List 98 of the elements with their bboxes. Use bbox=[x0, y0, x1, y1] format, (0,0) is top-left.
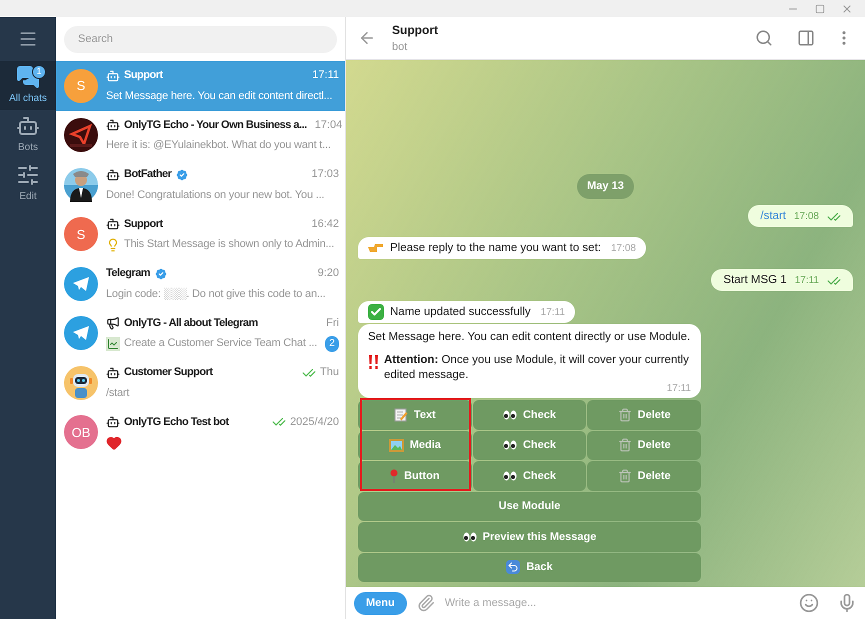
message-text: Please reply to the name you want to set: bbox=[390, 241, 601, 256]
message-preview: Done! Congratulations on your new bot. You ... bbox=[106, 188, 324, 203]
keyboard-button[interactable]: Check bbox=[472, 461, 586, 490]
maximize-icon[interactable] bbox=[815, 4, 825, 14]
message-time: 17:11 bbox=[666, 382, 691, 396]
message-text: Start MSG 1 bbox=[723, 273, 787, 288]
side-panel-icon[interactable] bbox=[797, 29, 815, 47]
emoji-icon[interactable] bbox=[799, 593, 819, 613]
paper-plane-avatar-icon bbox=[64, 316, 98, 350]
memo-icon bbox=[394, 408, 408, 422]
unread-badge: 2 bbox=[325, 336, 339, 352]
chat-name: Support bbox=[124, 216, 163, 232]
eyes-icon bbox=[502, 410, 517, 420]
unread-badge: 1 bbox=[32, 65, 46, 79]
framed-picture-icon bbox=[388, 438, 404, 452]
bot-icon bbox=[106, 118, 120, 132]
search-field[interactable]: Search bbox=[64, 26, 337, 52]
pin-icon bbox=[390, 468, 398, 483]
chats-icon bbox=[16, 65, 40, 89]
bot-icon bbox=[106, 68, 120, 82]
close-icon[interactable] bbox=[841, 2, 853, 14]
keyboard-button[interactable]: Preview this Message bbox=[358, 522, 701, 552]
lightbulb-icon bbox=[106, 238, 120, 252]
bot-icon bbox=[106, 415, 120, 430]
keyboard-button[interactable]: Check bbox=[472, 400, 586, 430]
attach-icon[interactable] bbox=[416, 594, 435, 612]
keyboard-button[interactable]: Back bbox=[358, 552, 701, 582]
chat-time: 2025/4/20 bbox=[290, 415, 339, 430]
chat-name: Telegram bbox=[106, 266, 150, 282]
bot-icon bbox=[106, 168, 120, 182]
chat-subtitle: bot bbox=[392, 40, 408, 55]
tab-label: All chats bbox=[9, 92, 47, 106]
chat-time: 17:11 bbox=[312, 68, 339, 84]
avatar-initials: S bbox=[76, 77, 86, 95]
back-arrow-icon bbox=[506, 560, 520, 574]
chat-name: OnlyTG Echo Test bot bbox=[124, 415, 229, 430]
avatar-initials: S bbox=[76, 226, 86, 244]
heart-icon bbox=[106, 434, 122, 450]
message-preview: Login code: ░░░. Do not give this code to an... bbox=[106, 286, 326, 302]
chart-icon bbox=[106, 336, 120, 350]
trash-icon bbox=[618, 408, 632, 422]
avatar-initials: OB bbox=[72, 424, 90, 442]
message-preview: Create a Customer Service Team Chat ... bbox=[124, 336, 318, 352]
keyboard-button[interactable]: Delete bbox=[587, 461, 702, 490]
message-preview: Here it is: @EYulainekbot. What do you want t... bbox=[106, 138, 331, 154]
message-text: Name updated successfully bbox=[390, 305, 531, 320]
message-time: 17:08 bbox=[794, 210, 819, 224]
megaphone-icon bbox=[106, 316, 120, 330]
paper-plane-avatar-icon bbox=[64, 266, 98, 301]
message-field[interactable]: Write a message... bbox=[444, 594, 789, 612]
chat-name: Customer Support bbox=[124, 365, 213, 380]
trash-icon bbox=[618, 438, 632, 452]
tab-label: Edit bbox=[19, 190, 37, 204]
chat-name: OnlyTG - All about Telegram bbox=[124, 316, 258, 331]
sidebar-tab[interactable]: 1 All chats bbox=[0, 61, 56, 110]
keyboard-button[interactable]: Check bbox=[472, 430, 586, 460]
message-text: Attention: Once you use Module, it will cover your currently edited message. bbox=[384, 353, 690, 383]
chat-time: 16:42 bbox=[311, 216, 339, 232]
message-text: /start bbox=[760, 209, 786, 224]
chat-time: 17:04 bbox=[314, 118, 342, 133]
chat-time: 9:20 bbox=[318, 266, 339, 282]
keyboard-button[interactable]: Delete bbox=[587, 400, 702, 430]
trash-icon bbox=[618, 468, 632, 483]
sliders-icon bbox=[16, 163, 40, 187]
date-pill: May 13 bbox=[577, 174, 634, 198]
menu-button[interactable]: Menu bbox=[354, 592, 407, 614]
search-icon[interactable] bbox=[755, 29, 773, 47]
message-time: 17:08 bbox=[610, 242, 636, 256]
message-preview: Set Message here. You can edit content directl... bbox=[106, 88, 332, 104]
bot-icon bbox=[106, 366, 120, 380]
chat-name: Support bbox=[124, 68, 163, 84]
message-preview: This Start Message is shown only to Admin... bbox=[124, 237, 334, 252]
chat-time: 17:03 bbox=[311, 167, 339, 182]
keyboard-button[interactable]: Media bbox=[358, 430, 472, 460]
keyboard-button[interactable]: Delete bbox=[587, 430, 702, 460]
chat-name: BotFather bbox=[124, 167, 172, 182]
message-text: Set Message here. You can edit content directly or use Module. bbox=[368, 330, 690, 345]
message-time: 17:11 bbox=[540, 306, 565, 320]
check-icon bbox=[368, 304, 384, 320]
chat-time: Fri bbox=[326, 316, 339, 331]
sidebar-tab[interactable]: Edit bbox=[0, 159, 56, 208]
sidebar-tab[interactable]: Bots bbox=[0, 110, 56, 159]
double-exclamation-icon bbox=[368, 355, 380, 369]
bot-icon bbox=[106, 217, 120, 231]
eyes-icon bbox=[462, 532, 477, 542]
keyboard-button[interactable]: Text bbox=[358, 400, 472, 430]
chat-list-item[interactable]: S Support 17:11 Set Message here. You can edit content directl... bbox=[56, 61, 345, 110]
message-time: 17:11 bbox=[794, 274, 819, 288]
keyboard-button[interactable]: Use Module bbox=[358, 492, 701, 521]
eyes-icon bbox=[502, 470, 517, 481]
bot-icon bbox=[16, 114, 40, 138]
chat-time: Thu bbox=[320, 365, 339, 380]
tab-label: Bots bbox=[18, 141, 38, 155]
chat-title: Support bbox=[392, 22, 439, 39]
chat-name: OnlyTG Echo - Your Own Business a... bbox=[124, 118, 307, 133]
message-preview: /start bbox=[106, 386, 130, 401]
eyes-icon bbox=[502, 440, 517, 450]
keyboard-button[interactable]: Button bbox=[358, 461, 472, 490]
